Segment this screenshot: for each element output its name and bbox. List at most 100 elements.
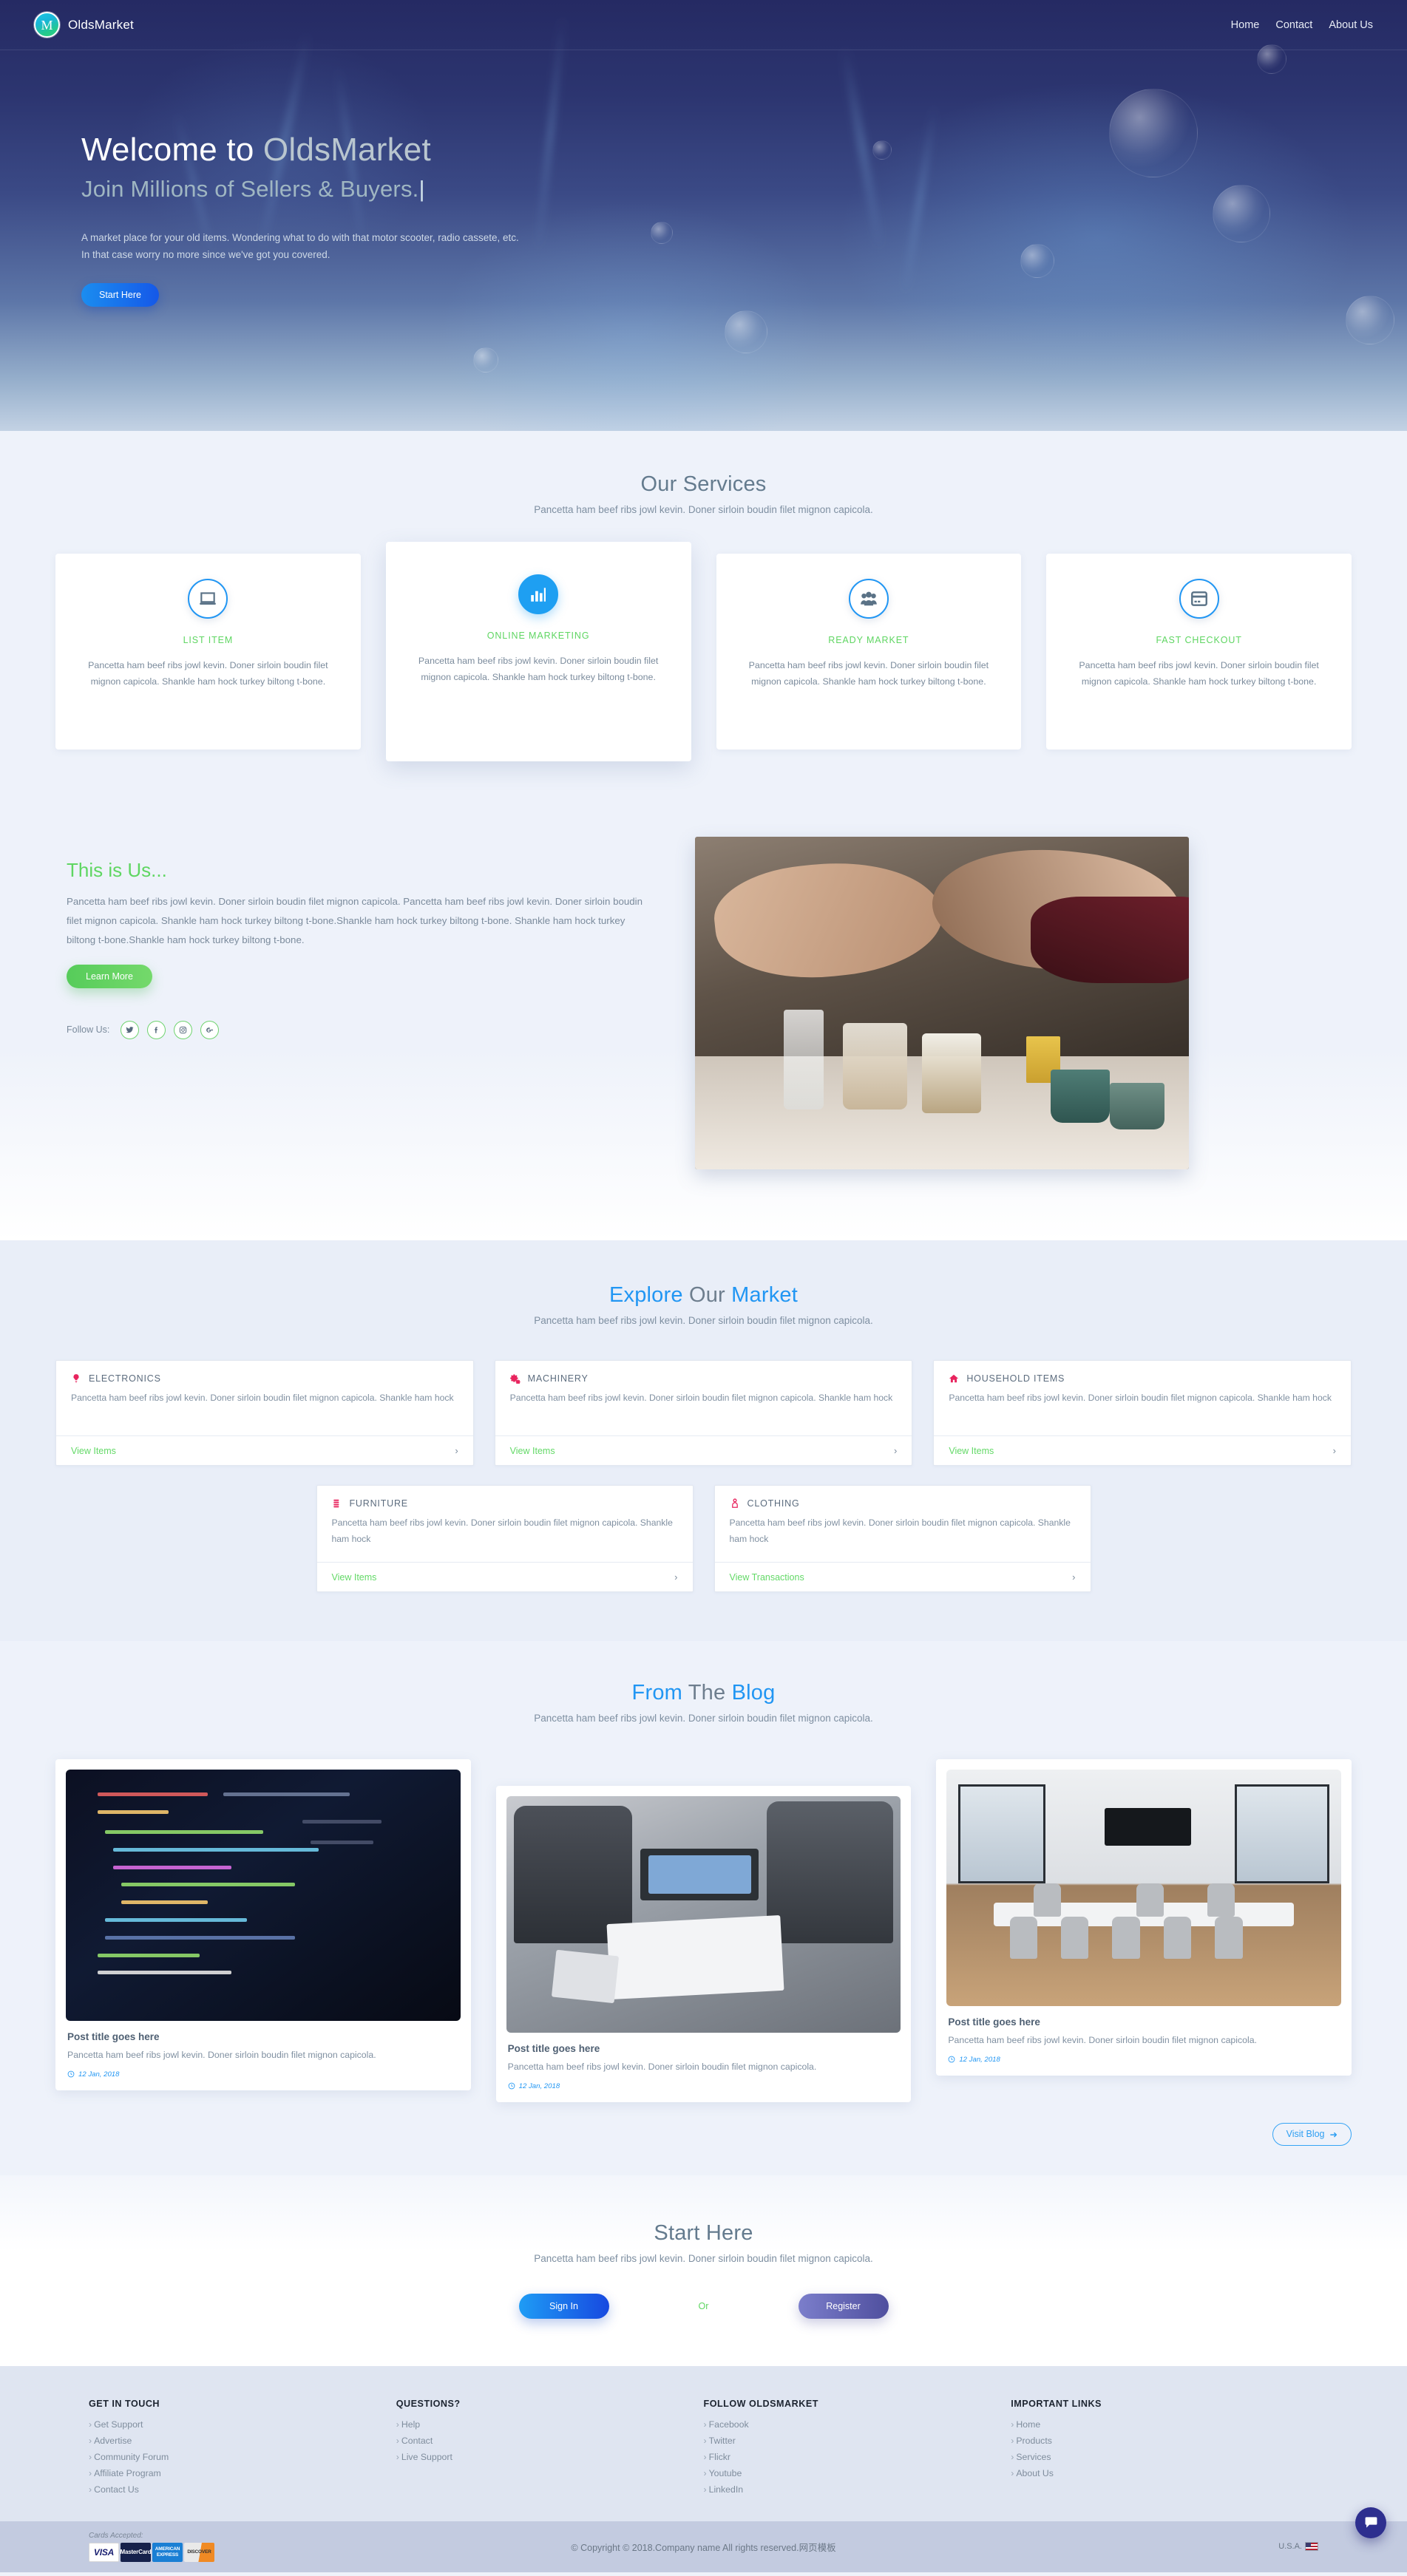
brand-mark-icon: M: [34, 12, 60, 38]
clock-icon: [508, 2083, 515, 2090]
blog-section: From The Blog Pancetta ham beef ribs jow…: [0, 1641, 1407, 2175]
market-card-furniture[interactable]: FURNITURE Pancetta ham beef ribs jowl ke…: [316, 1485, 694, 1593]
footer-column-heading: FOLLOW OLDSMARKET: [703, 2398, 818, 2409]
code-editor-screen-photo: [66, 1770, 461, 2022]
footer-link-about-us[interactable]: › About Us: [1011, 2468, 1318, 2478]
bar-chart-icon: [518, 574, 559, 614]
market-card-view-link[interactable]: View Transactions ›: [714, 1562, 1091, 1591]
footer-column-heading: QUESTIONS?: [396, 2398, 461, 2409]
footer-link-flickr[interactable]: › Flickr: [704, 2452, 1011, 2462]
footer-link-contact-us[interactable]: › Contact Us: [89, 2484, 396, 2495]
twitter-icon[interactable]: [121, 1020, 140, 1039]
home-icon: [949, 1374, 959, 1383]
about-heading: This is Us...: [67, 859, 167, 881]
blog-title-part-3: Blog: [731, 1681, 776, 1705]
service-name: ONLINE MARKETING: [486, 631, 590, 641]
market-card-link-label: View Items: [71, 1445, 116, 1456]
services-section: Our Services Pancetta ham beef ribs jowl…: [0, 431, 1407, 812]
market-card-link-label: View Transactions: [729, 1571, 804, 1583]
footer-link-twitter[interactable]: › Twitter: [704, 2436, 1011, 2446]
footer-bottom-bar: Cards Accepted: VISA MasterCard AMERICAN…: [0, 2521, 1407, 2572]
chevron-right-icon: ›: [455, 1445, 458, 1456]
region-label: U.S.A.: [1278, 2542, 1302, 2552]
market-section: Explore Our Market Pancetta ham beef rib…: [0, 1240, 1407, 1642]
service-text: Pancetta ham beef ribs jowl kevin. Doner…: [1079, 660, 1319, 687]
hero-subtitle: Join Millions of Sellers & Buyers.|: [81, 176, 1407, 203]
nav-link-about-us[interactable]: About Us: [1329, 19, 1373, 31]
blog-post-card[interactable]: Post title goes here Pancetta ham beef r…: [55, 1759, 471, 2090]
blog-post-title: Post title goes here: [948, 2016, 1040, 2028]
footer-link-home[interactable]: › Home: [1011, 2419, 1318, 2430]
nav-link-home[interactable]: Home: [1231, 19, 1260, 31]
discover-card-icon: DISCOVER: [184, 2542, 214, 2562]
footer-link-products[interactable]: › Products: [1011, 2436, 1318, 2446]
service-card-fast-checkout[interactable]: FAST CHECKOUT Pancetta ham beef ribs jow…: [1046, 554, 1352, 750]
facebook-icon[interactable]: [147, 1020, 166, 1039]
blog-post-date: 12 Jan, 2018: [948, 2056, 1340, 2064]
footer-link-affiliate-program[interactable]: › Affiliate Program: [89, 2468, 396, 2478]
nav-link-contact[interactable]: Contact: [1275, 19, 1312, 31]
register-button[interactable]: Register: [798, 2293, 889, 2319]
service-text: Pancetta ham beef ribs jowl kevin. Doner…: [748, 660, 989, 687]
market-card-text: Pancetta ham beef ribs jowl kevin. Doner…: [729, 1518, 1071, 1544]
tshirt-icon: [731, 1498, 738, 1508]
market-card-view-link[interactable]: View Items ›: [934, 1435, 1352, 1465]
laptop-icon: [188, 579, 228, 619]
hero-start-here-button[interactable]: Start Here: [81, 282, 159, 307]
blog-post-excerpt: Pancetta ham beef ribs jowl kevin. Doner…: [67, 2050, 376, 2061]
service-card-list-item[interactable]: LIST ITEM Pancetta ham beef ribs jowl ke…: [55, 554, 361, 750]
sign-in-button[interactable]: Sign In: [518, 2293, 609, 2319]
learn-more-button[interactable]: Learn More: [67, 964, 152, 988]
footer-link-advertise[interactable]: › Advertise: [89, 2436, 396, 2446]
footer-link-facebook[interactable]: › Facebook: [704, 2419, 1011, 2430]
market-card-view-link[interactable]: View Items ›: [56, 1435, 473, 1465]
team-meeting-photo: [506, 1796, 901, 2033]
footer-link-get-support[interactable]: › Get Support: [89, 2419, 396, 2430]
chevron-right-icon: ›: [674, 1571, 678, 1583]
footer-link-youtube[interactable]: › Youtube: [704, 2468, 1011, 2478]
blog-post-date: 12 Jan, 2018: [508, 2082, 900, 2090]
market-card-title: ELECTRONICS: [89, 1373, 161, 1384]
blog-post-title: Post title goes here: [67, 2031, 160, 2043]
lightbulb-icon: [73, 1374, 79, 1383]
market-card-clothing[interactable]: CLOTHING Pancetta ham beef ribs jowl kev…: [713, 1485, 1091, 1593]
gears-icon: [509, 1374, 521, 1384]
footer-link-linkedin[interactable]: › LinkedIn: [704, 2484, 1011, 2495]
service-text: Pancetta ham beef ribs jowl kevin. Doner…: [418, 656, 659, 683]
about-paragraph: Pancetta ham beef ribs jowl kevin. Doner…: [67, 896, 643, 945]
top-navigation-bar: M OldsMarket Home Contact About Us: [0, 0, 1407, 50]
footer-column-heading: GET IN TOUCH: [89, 2398, 160, 2409]
footer-link-contact[interactable]: › Contact: [396, 2436, 704, 2446]
footer-link-help[interactable]: › Help: [396, 2419, 704, 2430]
blog-post-card[interactable]: Post title goes here Pancetta ham beef r…: [936, 1759, 1352, 2076]
market-card-view-link[interactable]: View Items ›: [495, 1435, 912, 1465]
market-title-part-2: Our: [688, 1283, 732, 1307]
start-here-subtitle: Pancetta ham beef ribs jowl kevin. Doner…: [534, 2252, 873, 2264]
hero-title-alt: OldsMarket: [262, 132, 431, 168]
brand-logo-link[interactable]: M OldsMarket: [34, 12, 134, 38]
blog-cta-row: Visit Blog ➜: [0, 2102, 1407, 2146]
service-card-ready-market[interactable]: READY MARKET Pancetta ham beef ribs jowl…: [716, 554, 1022, 750]
market-card-link-label: View Items: [509, 1445, 555, 1456]
instagram-icon[interactable]: [174, 1020, 193, 1039]
google-plus-icon[interactable]: [200, 1020, 220, 1039]
services-title: Our Services: [640, 472, 767, 496]
chat-bubble-icon[interactable]: [1355, 2507, 1386, 2538]
footer-link-services[interactable]: › Services: [1011, 2452, 1318, 2462]
market-card-view-link[interactable]: View Items ›: [316, 1562, 693, 1591]
market-card-household-items[interactable]: HOUSEHOLD ITEMS Pancetta ham beef ribs j…: [933, 1360, 1352, 1466]
follow-us-row: Follow Us:: [67, 1020, 651, 1039]
footer-link-live-support[interactable]: › Live Support: [396, 2452, 704, 2462]
visit-blog-button[interactable]: Visit Blog ➜: [1272, 2122, 1352, 2146]
service-card-online-marketing[interactable]: ONLINE MARKETING Pancetta ham beef ribs …: [385, 542, 691, 761]
market-card-title: HOUSEHOLD ITEMS: [966, 1373, 1065, 1384]
blog-post-card[interactable]: Post title goes here Pancetta ham beef r…: [495, 1786, 912, 2102]
market-card-electronics[interactable]: ELECTRONICS Pancetta ham beef ribs jowl …: [55, 1360, 474, 1466]
market-card-text: Pancetta ham beef ribs jowl kevin. Doner…: [331, 1518, 673, 1544]
market-card-title: MACHINERY: [527, 1373, 589, 1384]
market-title-part-3: Market: [731, 1283, 799, 1307]
blog-post-date: 12 Jan, 2018: [67, 2070, 459, 2079]
users-group-icon: [848, 579, 889, 619]
market-card-machinery[interactable]: MACHINERY Pancetta ham beef ribs jowl ke…: [494, 1360, 913, 1466]
footer-link-community-forum[interactable]: › Community Forum: [89, 2452, 396, 2462]
